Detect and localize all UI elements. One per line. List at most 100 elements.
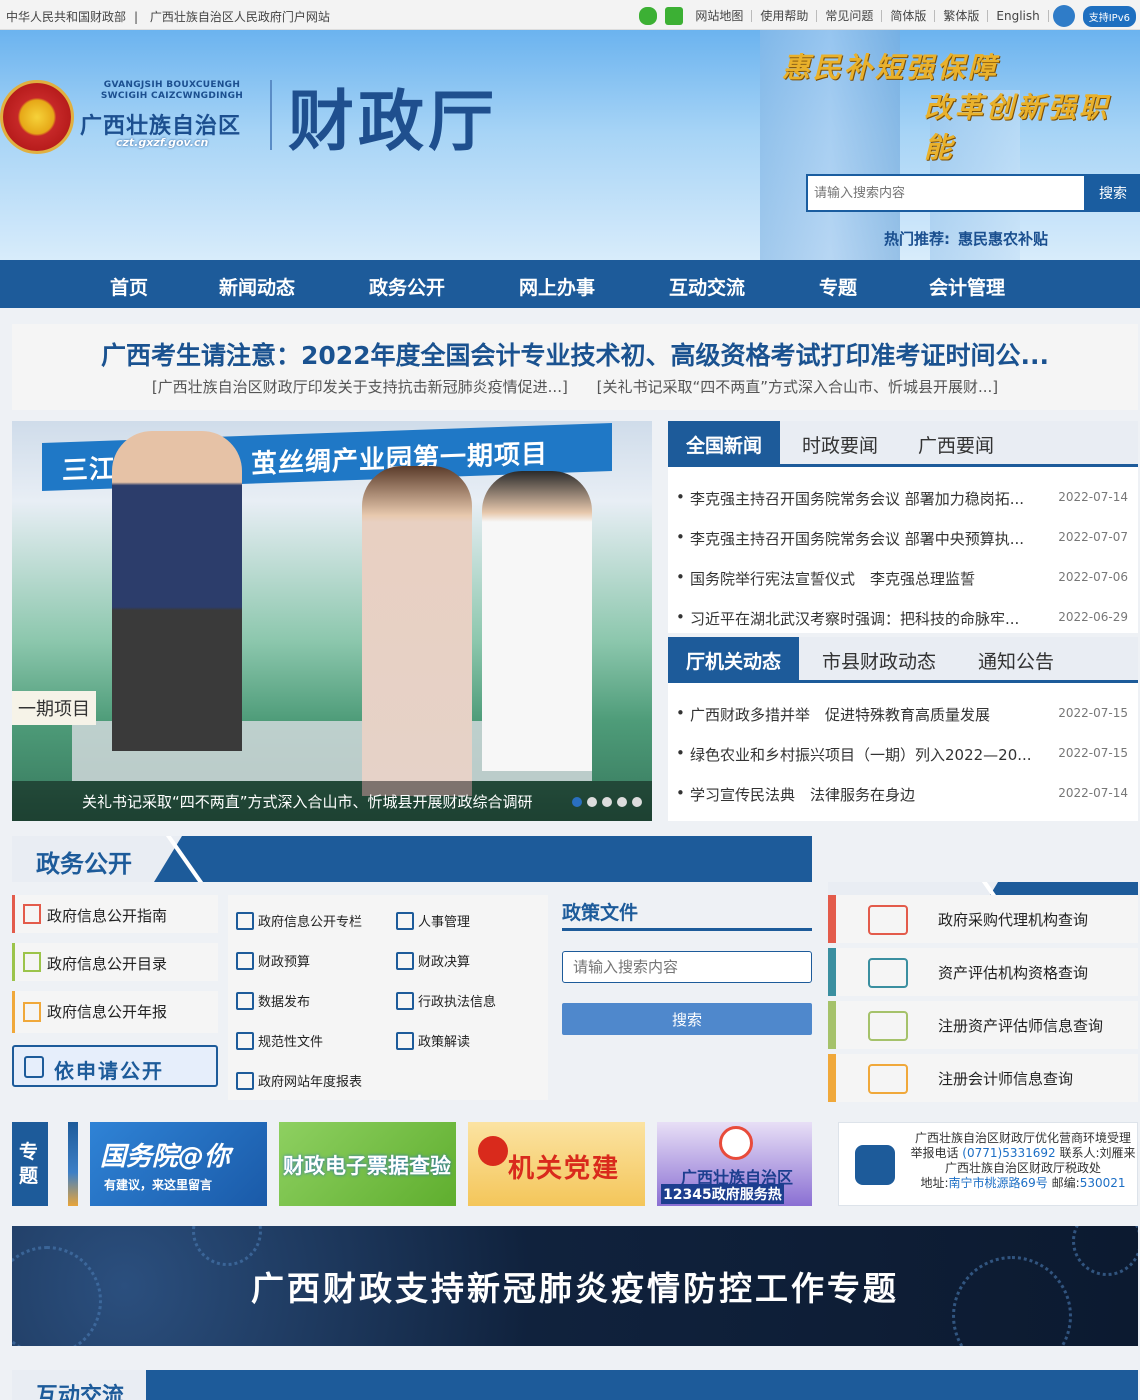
interact-section-header: 互动交流 bbox=[12, 1370, 1138, 1400]
logo-divider bbox=[270, 80, 272, 150]
nav-interaction[interactable]: 互动交流 bbox=[669, 273, 745, 300]
qual-item-cpa[interactable]: 注册会计师信息查询 bbox=[828, 1054, 1138, 1102]
search-input[interactable] bbox=[806, 174, 1086, 212]
nav-news[interactable]: 新闻动态 bbox=[219, 273, 295, 300]
slider-dot[interactable] bbox=[617, 797, 627, 807]
slider-dot[interactable] bbox=[572, 797, 582, 807]
list-item[interactable]: 绿色农业和乡村振兴项目（一期）列入2022—20... 2022-07-15 bbox=[676, 744, 1138, 764]
grid-item-info-column[interactable]: 政府信息公开专栏 bbox=[236, 911, 362, 930]
tab-national-news[interactable]: 全国新闻 bbox=[668, 421, 781, 464]
share-icon[interactable] bbox=[665, 7, 684, 25]
gov-link-catalog[interactable]: 政府信息公开目录 bbox=[12, 943, 218, 981]
gov-link-annual[interactable]: 政府信息公开年报 bbox=[12, 991, 218, 1033]
policy-search-input[interactable] bbox=[562, 951, 812, 983]
topic-tile-state-council[interactable]: 国务院@你 有建议，来这里留言 bbox=[90, 1122, 267, 1206]
policy-search-button[interactable]: 搜索 bbox=[562, 1003, 812, 1035]
qual-item-procurement[interactable]: 政府采购代理机构查询 bbox=[828, 895, 1138, 943]
tab-notices[interactable]: 通知公告 bbox=[978, 637, 1054, 680]
interact-section-title[interactable]: 互动交流 bbox=[12, 1370, 147, 1400]
headline-sub-1[interactable]: [广西壮族自治区财政厅印发关于支持抗击新冠肺炎疫情促进...] bbox=[152, 378, 568, 396]
list-item[interactable]: 国务院举行宪法宣誓仪式 李克强总理监誓 2022-07-06 bbox=[676, 568, 1138, 588]
news-title[interactable]: 习近平在湖北武汉考察时强调：把科技的命脉牢... bbox=[690, 608, 1050, 629]
news-title[interactable]: 广西财政多措并举 促进特殊教育高质量发展 bbox=[690, 704, 1050, 725]
list-item[interactable]: 广西财政多措并举 促进特殊教育高质量发展 2022-07-15 bbox=[676, 704, 1138, 724]
link-simplified[interactable]: 简体版 bbox=[882, 10, 936, 22]
link-label: 政府信息公开指南 bbox=[47, 907, 168, 925]
site-title[interactable]: 财政厅 bbox=[288, 68, 498, 164]
topics-scroll-left[interactable] bbox=[68, 1122, 78, 1206]
topic-tile-12345[interactable]: 广西壮族自治区 12345政府服务热 bbox=[657, 1122, 812, 1206]
covid-banner[interactable]: 广西财政支持新冠肺炎疫情防控工作专题 bbox=[12, 1226, 1138, 1346]
link-gxzf[interactable]: 广西壮族自治区人民政府门户网站 bbox=[150, 10, 330, 24]
news-date: 2022-07-15 bbox=[1058, 706, 1128, 720]
hot-item-link[interactable]: 惠民惠农补贴 bbox=[958, 230, 1048, 248]
tab-dept-news[interactable]: 厅机关动态 bbox=[668, 637, 800, 680]
tab-county-news[interactable]: 市县财政动态 bbox=[822, 637, 936, 680]
nav-online-service[interactable]: 网上办事 bbox=[519, 273, 595, 300]
apply-disclosure-button[interactable]: 依申请公开 bbox=[12, 1045, 218, 1087]
nav-gov-affairs[interactable]: 政务公开 bbox=[369, 273, 445, 300]
topic-tile-e-invoice[interactable]: 财政电子票据查验 bbox=[279, 1122, 456, 1206]
grid-item-enforcement[interactable]: 行政执法信息 bbox=[396, 991, 496, 1010]
news-box-national: 全国新闻 时政要闻 广西要闻 李克强主持召开国务院常务会议 部署加力稳岗拓...… bbox=[668, 421, 1138, 633]
list-item[interactable]: 习近平在湖北武汉考察时强调：把科技的命脉牢... 2022-06-29 bbox=[676, 608, 1138, 628]
book-icon bbox=[23, 904, 41, 924]
news-title[interactable]: 绿色农业和乡村振兴项目（一期）列入2022—20... bbox=[690, 744, 1050, 765]
news-title[interactable]: 李克强主持召开国务院常务会议 部署中央预算执... bbox=[690, 528, 1050, 549]
contact-address: 南宁市桃源路69号 bbox=[948, 1176, 1048, 1190]
grid-item-final-accounts[interactable]: 财政决算 bbox=[396, 951, 470, 970]
binders-icon bbox=[868, 1064, 908, 1094]
slogan-1: 惠民补短强保障 bbox=[782, 51, 1000, 84]
headline-sub-2[interactable]: [关礼书记采取“四不两直”方式深入合山市、忻城县开展财...] bbox=[597, 378, 999, 396]
photo-slider[interactable]: 三江口（忻城）茧丝绸产业园第一期项目 一期项目 关礼书记采取“四不两直”方式深入… bbox=[12, 421, 652, 821]
news-title[interactable]: 李克强主持召开国务院常务会议 部署加力稳岗拓... bbox=[690, 488, 1050, 509]
news-title[interactable]: 国务院举行宪法宣誓仪式 李克强总理监誓 bbox=[690, 568, 1050, 589]
link-faq[interactable]: 常见问题 bbox=[817, 10, 883, 22]
qual-item-appraisal-org[interactable]: 资产评估机构资格查询 bbox=[828, 948, 1138, 996]
search-button[interactable]: 搜索 bbox=[1086, 174, 1140, 212]
slider-dot[interactable] bbox=[602, 797, 612, 807]
link-label: 政府信息公开年报 bbox=[47, 1003, 168, 1021]
grid-item-budget[interactable]: 财政预算 bbox=[236, 951, 310, 970]
accessibility-icon[interactable] bbox=[1052, 5, 1075, 27]
list-item[interactable]: 李克强主持召开国务院常务会议 部署加力稳岗拓... 2022-07-14 bbox=[676, 488, 1138, 508]
list-item[interactable]: 李克强主持召开国务院常务会议 部署中央预算执... 2022-07-07 bbox=[676, 528, 1138, 548]
nav-home[interactable]: 首页 bbox=[110, 273, 148, 300]
news-title[interactable]: 学习宣传民法典 法律服务在身边 bbox=[690, 784, 1050, 805]
tile-sub: 12345政府服务热 bbox=[661, 1184, 784, 1204]
grid-item-data[interactable]: 数据发布 bbox=[236, 991, 310, 1010]
topic-tile-party-building[interactable]: 机关党建 bbox=[468, 1122, 645, 1206]
link-english[interactable]: English bbox=[988, 10, 1049, 22]
qual-item-appraiser[interactable]: 注册资产评估师信息查询 bbox=[828, 1001, 1138, 1049]
link-traditional[interactable]: 繁体版 bbox=[935, 10, 989, 22]
grid-item-annual-report[interactable]: 政府网站年度报表 bbox=[236, 1071, 362, 1090]
slide-caption[interactable]: 关礼书记采取“四不两直”方式深入合山市、忻城县开展财政综合调研 bbox=[12, 781, 652, 821]
tab-guangxi-news[interactable]: 广西要闻 bbox=[918, 421, 994, 464]
headline-title[interactable]: 广西考生请注意：2022年度全国会计专业技术初、高级资格考试打印准考证时间公..… bbox=[12, 336, 1138, 372]
qual-label: 注册会计师信息查询 bbox=[938, 1070, 1074, 1088]
nav-topics[interactable]: 专题 bbox=[819, 273, 857, 300]
contact-line-3: 广西壮族自治区财政厅税政处 bbox=[944, 1161, 1101, 1175]
nav-accounting[interactable]: 会计管理 bbox=[929, 273, 1005, 300]
link-sitemap[interactable]: 网站地图 bbox=[687, 10, 753, 22]
list-item[interactable]: 学习宣传民法典 法律服务在身边 2022-07-14 bbox=[676, 784, 1138, 804]
tab-political-news[interactable]: 时政要闻 bbox=[802, 421, 878, 464]
grid-item-regulations[interactable]: 规范性文件 bbox=[236, 1031, 323, 1050]
grid-item-interpretation[interactable]: 政策解读 bbox=[396, 1031, 470, 1050]
contact-phone[interactable]: (0771)5331692 bbox=[962, 1146, 1055, 1160]
qual-label: 政府采购代理机构查询 bbox=[938, 911, 1089, 929]
form-icon bbox=[24, 1056, 44, 1078]
gov-link-guide[interactable]: 政府信息公开指南 bbox=[12, 895, 218, 933]
report-icon bbox=[23, 1002, 41, 1022]
document-icon bbox=[23, 952, 41, 972]
link-help[interactable]: 使用帮助 bbox=[752, 10, 818, 22]
slider-dot[interactable] bbox=[632, 797, 642, 807]
covid-banner-title: 广西财政支持新冠肺炎疫情防控工作专题 bbox=[251, 1269, 899, 1308]
wechat-icon[interactable] bbox=[639, 7, 658, 25]
gov-section-title[interactable]: 政务公开 bbox=[12, 836, 182, 882]
grid-item-personnel[interactable]: 人事管理 bbox=[396, 911, 470, 930]
building-icon bbox=[868, 905, 908, 935]
policy-title[interactable]: 政策文件 bbox=[562, 898, 638, 925]
link-mof[interactable]: 中华人民共和国财政部 bbox=[6, 10, 126, 24]
slider-dot[interactable] bbox=[587, 797, 597, 807]
